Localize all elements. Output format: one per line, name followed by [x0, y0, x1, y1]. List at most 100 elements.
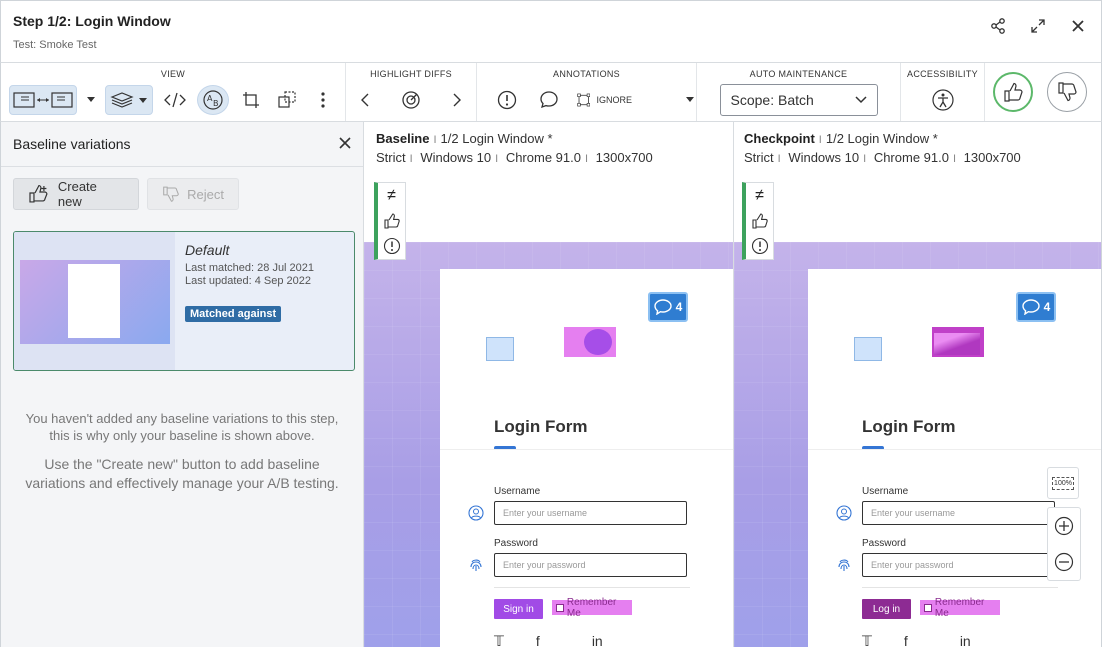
remember-me-diff: Remember Me: [920, 597, 1000, 619]
side-by-side-view-button[interactable]: [9, 85, 77, 115]
highlight-target-icon[interactable]: [397, 85, 425, 115]
share-icon[interactable]: [989, 17, 1007, 35]
annotation-type-chevron-down-icon[interactable]: [684, 85, 696, 115]
test-subtitle: Test: Smoke Test: [13, 39, 97, 51]
username-label: Username: [494, 486, 541, 497]
annotations-label: ANNOTATIONS: [553, 69, 620, 79]
panel-title: Baseline variations: [13, 136, 131, 152]
last-matched: Last matched: 28 Jul 2021: [185, 262, 315, 274]
close-icon[interactable]: [1069, 17, 1087, 35]
baseline-viewport: 1300x700: [595, 150, 653, 165]
baseline-label: Baseline: [376, 131, 430, 146]
baseline-annotation-tools: ≠: [374, 182, 406, 260]
create-new-label: Create new: [57, 179, 97, 209]
twitter-icon: 𝕋: [494, 633, 504, 647]
expand-icon[interactable]: [1029, 17, 1047, 35]
login-form-card: 4 Login Form Username Enter your usernam…: [440, 269, 733, 647]
user-icon: [836, 505, 852, 521]
diff-region-box[interactable]: [486, 337, 514, 361]
checkpoint-annotation-tools: ≠: [742, 182, 774, 260]
next-diff-chevron-right-icon[interactable]: [443, 85, 471, 115]
not-equal-icon[interactable]: ≠: [755, 187, 764, 205]
crop-icon[interactable]: [237, 85, 265, 115]
twitter-icon: 𝕋: [862, 633, 872, 647]
not-equal-icon[interactable]: ≠: [387, 187, 396, 205]
password-input[interactable]: Enter your password: [494, 553, 687, 577]
thumbs-up-icon[interactable]: [751, 212, 769, 230]
log-in-button[interactable]: Log in: [862, 599, 911, 619]
comment-count: 4: [1043, 300, 1051, 314]
annotations-group: ANNOTATIONS IGNORE: [477, 63, 697, 121]
form-title: Login Form: [494, 417, 588, 436]
reject-thumbs-down-button[interactable]: [1047, 72, 1087, 112]
checkpoint-browser: Chrome 91.0: [873, 150, 949, 165]
issue-alert-icon[interactable]: [751, 237, 769, 255]
accessibility-label: ACCESSIBILITY: [907, 69, 978, 79]
remember-me-diff: Remember Me: [552, 597, 632, 619]
thumbs-up-icon: [29, 184, 48, 203]
fingerprint-icon: [470, 559, 482, 571]
checkpoint-os: Windows 10: [788, 150, 860, 165]
baseline-match-level: Strict: [376, 150, 406, 165]
variation-name: Default: [185, 242, 230, 258]
info-no-variations: You haven't added any baseline variation…: [25, 411, 339, 443]
layers-button[interactable]: [105, 85, 153, 115]
comment-icon: [653, 299, 672, 315]
scope-select[interactable]: Scope: Batch: [719, 84, 878, 116]
password-input[interactable]: Enter your password: [862, 553, 1055, 577]
username-input[interactable]: Enter your username: [862, 501, 1055, 525]
checkpoint-match-level: Strict: [744, 150, 774, 165]
comment-icon: [1021, 299, 1040, 315]
issue-alert-icon[interactable]: [383, 237, 401, 255]
close-panel-icon[interactable]: [339, 136, 351, 152]
step-title: Step 1/2: Login Window: [13, 13, 171, 29]
remember-me-label: Remember Me: [934, 596, 985, 619]
ab-testing-icon[interactable]: AB: [197, 85, 229, 115]
user-icon: [468, 505, 484, 521]
zoom-in-icon[interactable]: [1048, 508, 1080, 544]
checkpoint-screenshot[interactable]: 4 Login Form Username Enter your usernam…: [734, 242, 1101, 647]
baseline-browser: Chrome 91.0: [505, 150, 581, 165]
facebook-icon: f: [903, 633, 908, 647]
username-input[interactable]: Enter your username: [494, 501, 687, 525]
more-options-icon[interactable]: [309, 85, 337, 115]
ignore-region-button[interactable]: IGNORE: [577, 85, 632, 115]
diff-region-box[interactable]: [854, 337, 882, 361]
accessibility-group: ACCESSIBILITY: [901, 63, 985, 121]
linkedin-icon: in: [959, 633, 971, 647]
checkpoint-step: 1/2 Login Window *: [825, 131, 938, 146]
sign-in-button[interactable]: Sign in: [494, 599, 543, 619]
form-divider: [440, 449, 733, 450]
code-icon[interactable]: [161, 85, 189, 115]
comments-badge[interactable]: 4: [1016, 292, 1056, 322]
zoom-out-icon[interactable]: [1048, 544, 1080, 580]
comment-icon[interactable]: [535, 85, 563, 115]
thumbs-down-icon: [163, 186, 179, 202]
auto-maintenance-group: AUTO MAINTENANCE Scope: Batch: [697, 63, 901, 121]
copy-layers-icon[interactable]: [273, 85, 301, 115]
issue-alert-icon[interactable]: [493, 85, 521, 115]
svg-text:B: B: [213, 99, 219, 108]
dialog-header: Step 1/2: Login Window Test: Smoke Test: [0, 0, 1102, 63]
baseline-pane: Baseline I 1/2 Login Window * Strict I Wind…: [364, 122, 734, 647]
checkpoint-label: Checkpoint: [744, 131, 815, 146]
form-divider-bottom: [494, 587, 690, 588]
accessibility-icon[interactable]: [929, 85, 957, 115]
approve-thumbs-up-button[interactable]: [993, 72, 1033, 112]
facebook-icon: f: [535, 633, 540, 647]
highlight-diffs-group: HIGHLIGHT DIFFS: [346, 63, 477, 121]
comments-badge[interactable]: 4: [648, 292, 688, 322]
zoom-fit-button[interactable]: 100%: [1047, 467, 1079, 499]
form-title: Login Form: [862, 417, 956, 436]
baseline-variation-card[interactable]: Default Last matched: 28 Jul 2021 Last u…: [13, 231, 355, 371]
reject-button[interactable]: Reject: [147, 178, 239, 210]
password-label: Password: [494, 538, 538, 549]
view-mode-chevron-down-icon[interactable]: [85, 85, 97, 115]
thumbs-up-icon[interactable]: [383, 212, 401, 230]
checkpoint-viewport: 1300x700: [963, 150, 1021, 165]
create-new-button[interactable]: Create new: [13, 178, 139, 210]
baseline-screenshot[interactable]: 4 Login Form Username Enter your usernam…: [364, 242, 733, 647]
logo-diff-highlight: [564, 327, 616, 357]
baseline-step: 1/2 Login Window *: [440, 131, 553, 146]
previous-diff-chevron-left-icon[interactable]: [351, 85, 379, 115]
